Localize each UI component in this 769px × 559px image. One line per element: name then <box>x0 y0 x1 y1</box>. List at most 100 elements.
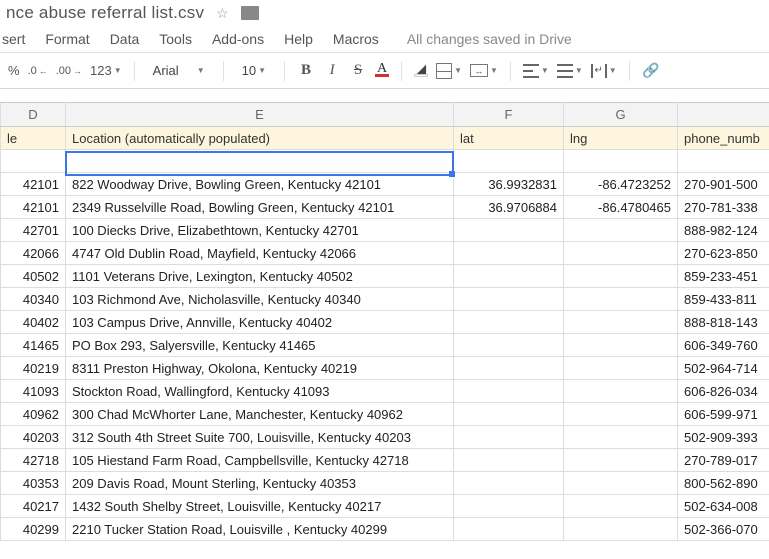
cell[interactable] <box>66 150 454 173</box>
format-percent-button[interactable]: % <box>8 63 20 78</box>
cell[interactable]: 40402 <box>1 311 66 334</box>
cell[interactable]: 100 Diecks Drive, Elizabethtown, Kentuck… <box>66 219 454 242</box>
cell[interactable]: 42718 <box>1 449 66 472</box>
cell[interactable]: 300 Chad McWhorter Lane, Manchester, Ken… <box>66 403 454 426</box>
cell[interactable] <box>564 472 678 495</box>
menu-tools[interactable]: Tools <box>159 31 192 47</box>
text-color-button[interactable]: A <box>375 64 389 77</box>
cell[interactable]: 103 Richmond Ave, Nicholasville, Kentuck… <box>66 288 454 311</box>
menu-macros[interactable]: Macros <box>333 31 379 47</box>
cell[interactable] <box>454 150 564 173</box>
cell[interactable] <box>564 403 678 426</box>
cell[interactable]: 859-233-451 <box>678 265 769 288</box>
vertical-align-button[interactable]: ▼ <box>557 64 583 78</box>
cell[interactable] <box>454 265 564 288</box>
cell[interactable]: 209 Davis Road, Mount Sterling, Kentucky… <box>66 472 454 495</box>
document-filename[interactable]: nce abuse referral list.csv <box>6 3 204 23</box>
number-format-button[interactable]: 123▼ <box>90 63 122 78</box>
cell[interactable] <box>454 449 564 472</box>
cell[interactable]: 606-349-760 <box>678 334 769 357</box>
font-select[interactable]: Arial▼ <box>147 61 211 80</box>
strikethrough-button[interactable]: S <box>349 62 367 80</box>
increase-decimal-button[interactable]: .00→ <box>56 65 82 77</box>
cell[interactable]: 42101 <box>1 196 66 219</box>
cell[interactable]: 40962 <box>1 403 66 426</box>
cell[interactable] <box>564 380 678 403</box>
cell[interactable] <box>454 426 564 449</box>
column-header-G[interactable]: G <box>564 103 678 127</box>
cell[interactable]: 2210 Tucker Station Road, Louisville , K… <box>66 518 454 541</box>
cell[interactable] <box>564 265 678 288</box>
column-header-D[interactable]: D <box>1 103 66 127</box>
cell[interactable]: 42066 <box>1 242 66 265</box>
bold-button[interactable]: B <box>297 62 315 80</box>
cell[interactable]: 822 Woodway Drive, Bowling Green, Kentuc… <box>66 173 454 196</box>
column-header-F[interactable]: F <box>454 103 564 127</box>
menu-format[interactable]: Format <box>45 31 89 47</box>
menu-data[interactable]: Data <box>110 31 140 47</box>
cell[interactable] <box>564 426 678 449</box>
cell[interactable]: PO Box 293, Salyersville, Kentucky 41465 <box>66 334 454 357</box>
horizontal-align-button[interactable]: ▼ <box>523 64 549 78</box>
cell[interactable]: 502-964-714 <box>678 357 769 380</box>
cell[interactable]: 40299 <box>1 518 66 541</box>
cell[interactable]: 2349 Russelville Road, Bowling Green, Ke… <box>66 196 454 219</box>
cell[interactable]: 36.9706884 <box>454 196 564 219</box>
cell[interactable]: 270-781-338 <box>678 196 769 219</box>
cell[interactable]: 800-562-890 <box>678 472 769 495</box>
cell[interactable] <box>454 288 564 311</box>
cell[interactable]: 270-901-500 <box>678 173 769 196</box>
cell[interactable]: 105 Hiestand Farm Road, Campbellsville, … <box>66 449 454 472</box>
menu-help[interactable]: Help <box>284 31 313 47</box>
header-cell[interactable]: phone_numb <box>678 127 769 150</box>
cell[interactable] <box>564 357 678 380</box>
cell[interactable] <box>454 518 564 541</box>
cell[interactable]: 1101 Veterans Drive, Lexington, Kentucky… <box>66 265 454 288</box>
folder-icon[interactable] <box>241 6 259 20</box>
cell[interactable] <box>454 357 564 380</box>
cell[interactable]: 40203 <box>1 426 66 449</box>
cell[interactable]: 502-366-070 <box>678 518 769 541</box>
cell[interactable]: 859-433-811 <box>678 288 769 311</box>
cell[interactable]: 40353 <box>1 472 66 495</box>
cell[interactable]: -86.4780465 <box>564 196 678 219</box>
spreadsheet-grid[interactable]: D E F G le Location (automatically popul… <box>0 102 769 559</box>
star-icon[interactable]: ☆ <box>216 5 229 22</box>
cell[interactable]: 606-826-034 <box>678 380 769 403</box>
cell[interactable]: 40219 <box>1 357 66 380</box>
cell[interactable] <box>454 219 564 242</box>
header-cell[interactable]: Location (automatically populated) <box>66 127 454 150</box>
insert-link-button[interactable]: 🔗 <box>642 62 660 80</box>
cell[interactable]: 270-789-017 <box>678 449 769 472</box>
cell[interactable]: 42701 <box>1 219 66 242</box>
cell[interactable]: 888-818-143 <box>678 311 769 334</box>
cell[interactable] <box>454 311 564 334</box>
cell[interactable]: 312 South 4th Street Suite 700, Louisvil… <box>66 426 454 449</box>
column-header-E[interactable]: E <box>66 103 454 127</box>
cell[interactable] <box>1 150 66 173</box>
borders-button[interactable]: ▼ <box>436 63 462 79</box>
cell[interactable] <box>564 242 678 265</box>
cell[interactable] <box>564 449 678 472</box>
decrease-decimal-button[interactable]: .0← <box>28 65 48 77</box>
menu-addons[interactable]: Add-ons <box>212 31 264 47</box>
cell[interactable]: 42101 <box>1 173 66 196</box>
cell[interactable]: 4747 Old Dublin Road, Mayfield, Kentucky… <box>66 242 454 265</box>
fill-color-button[interactable]: ◢ <box>414 64 428 77</box>
cell[interactable]: 103 Campus Drive, Annville, Kentucky 404… <box>66 311 454 334</box>
font-size-select[interactable]: 10▼ <box>236 61 272 80</box>
header-cell[interactable]: lng <box>564 127 678 150</box>
cell[interactable]: 41093 <box>1 380 66 403</box>
cell[interactable]: 270-623-850 <box>678 242 769 265</box>
cell[interactable] <box>454 403 564 426</box>
text-wrap-button[interactable]: ▼ <box>591 64 617 78</box>
cell[interactable]: 606-599-971 <box>678 403 769 426</box>
cell[interactable]: 40217 <box>1 495 66 518</box>
italic-button[interactable]: I <box>323 62 341 80</box>
merge-cells-button[interactable]: ▼ <box>470 64 498 77</box>
cell[interactable]: Stockton Road, Wallingford, Kentucky 410… <box>66 380 454 403</box>
cell[interactable] <box>454 380 564 403</box>
cell[interactable] <box>564 311 678 334</box>
cell[interactable] <box>564 495 678 518</box>
header-cell[interactable]: lat <box>454 127 564 150</box>
